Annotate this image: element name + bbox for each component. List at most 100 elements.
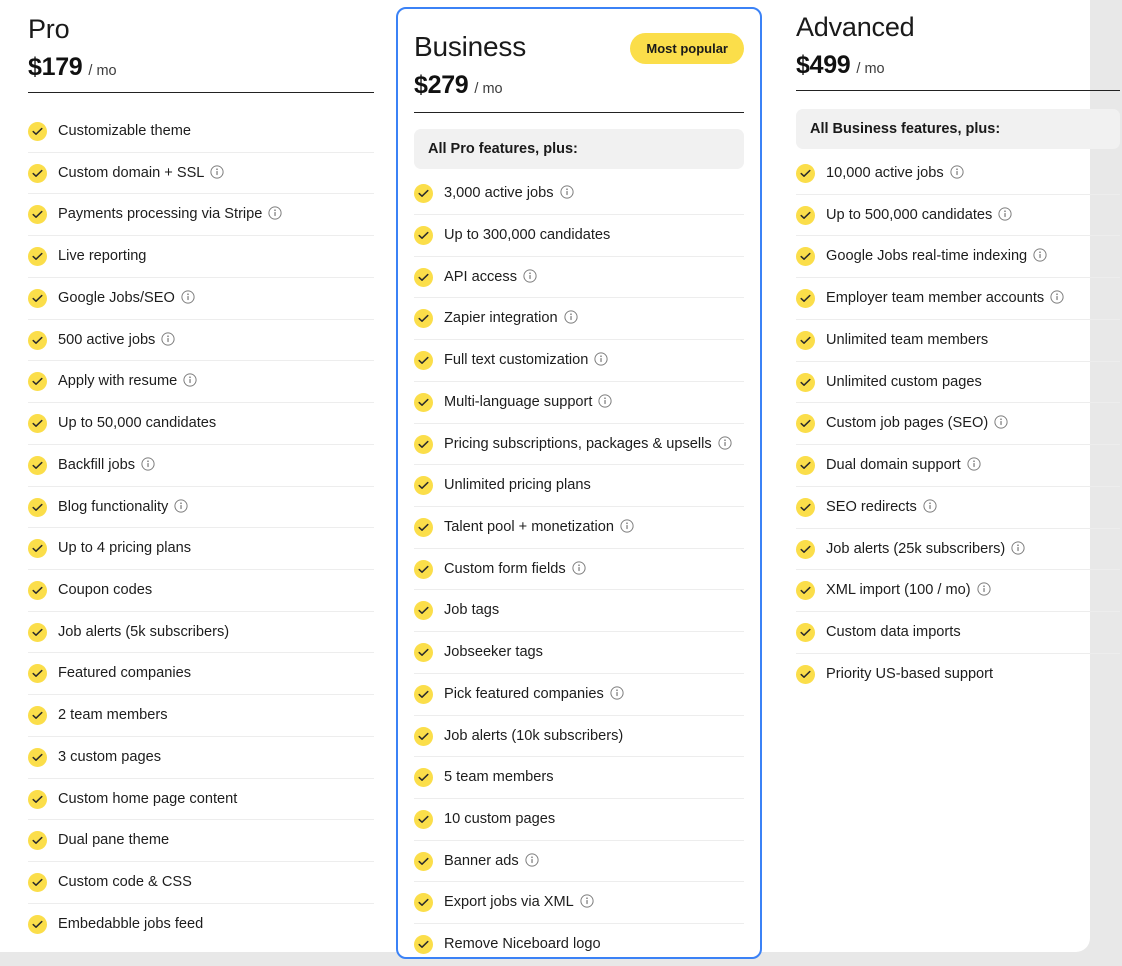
feature-text-wrap: API access [444,267,740,288]
check-icon [28,456,47,475]
info-icon[interactable] [923,499,937,513]
pricing-page: Pro$179/ moCustomizable themeCustom doma… [0,0,1122,966]
feature-text-wrap: Custom form fields [444,559,740,580]
feature-item: Job tags [414,590,744,632]
feature-item: 10,000 active jobs [796,153,1120,195]
info-icon[interactable] [560,185,574,199]
check-icon [796,373,815,392]
feature-item: Featured companies [28,653,374,695]
feature-item: 3,000 active jobs [414,173,744,215]
info-icon[interactable] [610,686,624,700]
feature-text-wrap: Job alerts (25k subscribers) [826,539,1116,560]
feature-text-wrap: Custom domain + SSL [58,163,370,184]
feature-item: Coupon codes [28,570,374,612]
feature-label: 3,000 active jobs [444,185,554,201]
info-icon[interactable] [718,436,732,450]
check-icon [796,456,815,475]
check-icon [414,393,433,412]
info-icon[interactable] [1033,248,1047,262]
info-icon[interactable] [174,499,188,513]
info-icon[interactable] [994,415,1008,429]
feature-item: Pick featured companies [414,674,744,716]
info-icon[interactable] [950,165,964,179]
check-icon [414,351,433,370]
info-icon[interactable] [572,561,586,575]
feature-label: Featured companies [58,665,191,681]
feature-list: 10,000 active jobsUp to 500,000 candidat… [796,153,1120,694]
feature-text-wrap: Apply with resume [58,371,370,392]
pricing-columns: Pro$179/ moCustomizable themeCustom doma… [0,0,1122,966]
feature-item: Unlimited team members [796,320,1120,362]
feature-item: 3 custom pages [28,737,374,779]
feature-text-wrap: Export jobs via XML [444,892,740,913]
feature-text-wrap: Pricing subscriptions, packages & upsell… [444,434,740,455]
info-icon[interactable] [181,290,195,304]
check-icon [414,184,433,203]
pricing-column-pro: Pro$179/ moCustomizable themeCustom doma… [14,0,380,944]
check-icon [414,893,433,912]
feature-label: Custom job pages (SEO) [826,415,988,431]
feature-text-wrap: Job tags [444,600,740,621]
feature-label: Talent pool + monetization [444,519,614,535]
info-icon[interactable] [564,310,578,324]
feature-item: Unlimited custom pages [796,362,1120,404]
feature-label: Job tags [444,602,499,618]
feature-list: 3,000 active jobsUp to 300,000 candidate… [414,173,744,965]
info-icon[interactable] [525,853,539,867]
feature-item: Employer team member accounts [796,278,1120,320]
info-icon[interactable] [1011,541,1025,555]
info-icon[interactable] [620,519,634,533]
info-icon[interactable] [998,207,1012,221]
info-icon[interactable] [598,394,612,408]
feature-label: Priority US-based support [826,666,993,682]
check-icon [414,518,433,537]
feature-text-wrap: 500 active jobs [58,330,370,351]
feature-item: 2 team members [28,695,374,737]
info-icon[interactable] [268,206,282,220]
feature-label: Apply with resume [58,373,177,389]
feature-item: Up to 500,000 candidates [796,195,1120,237]
check-icon [28,664,47,683]
feature-text-wrap: Job alerts (5k subscribers) [58,622,370,643]
feature-label: Payments processing via Stripe [58,206,262,222]
feature-item: Google Jobs real-time indexing [796,236,1120,278]
feature-label: Job alerts (25k subscribers) [826,541,1005,557]
plan-price-row: $179/ mo [28,53,374,82]
info-icon[interactable] [141,457,155,471]
check-icon [414,601,433,620]
check-icon [28,498,47,517]
feature-text-wrap: Featured companies [58,663,370,684]
info-icon[interactable] [1050,290,1064,304]
info-icon[interactable] [183,373,197,387]
feature-text-wrap: Up to 4 pricing plans [58,538,370,559]
feature-text-wrap: 5 team members [444,767,740,788]
feature-label: Backfill jobs [58,457,135,473]
feature-item: Pricing subscriptions, packages & upsell… [414,424,744,466]
feature-text-wrap: Live reporting [58,246,370,267]
feature-text-wrap: 2 team members [58,705,370,726]
info-icon[interactable] [977,582,991,596]
check-icon [414,476,433,495]
feature-text-wrap: Zapier integration [444,308,740,329]
feature-text-wrap: Dual pane theme [58,830,370,851]
info-icon[interactable] [580,894,594,908]
check-icon [28,790,47,809]
info-icon[interactable] [967,457,981,471]
check-icon [28,164,47,183]
info-icon[interactable] [161,332,175,346]
feature-item: API access [414,257,744,299]
feature-label: Full text customization [444,352,588,368]
check-icon [28,331,47,350]
check-icon [28,873,47,892]
check-icon [414,268,433,287]
feature-label: Blog functionality [58,499,168,515]
feature-text-wrap: Unlimited custom pages [826,372,1116,393]
check-icon [28,247,47,266]
check-icon [28,623,47,642]
feature-label: Zapier integration [444,310,558,326]
feature-item: Custom form fields [414,549,744,591]
info-icon[interactable] [594,352,608,366]
feature-item: XML import (100 / mo) [796,570,1120,612]
info-icon[interactable] [523,269,537,283]
info-icon[interactable] [210,165,224,179]
